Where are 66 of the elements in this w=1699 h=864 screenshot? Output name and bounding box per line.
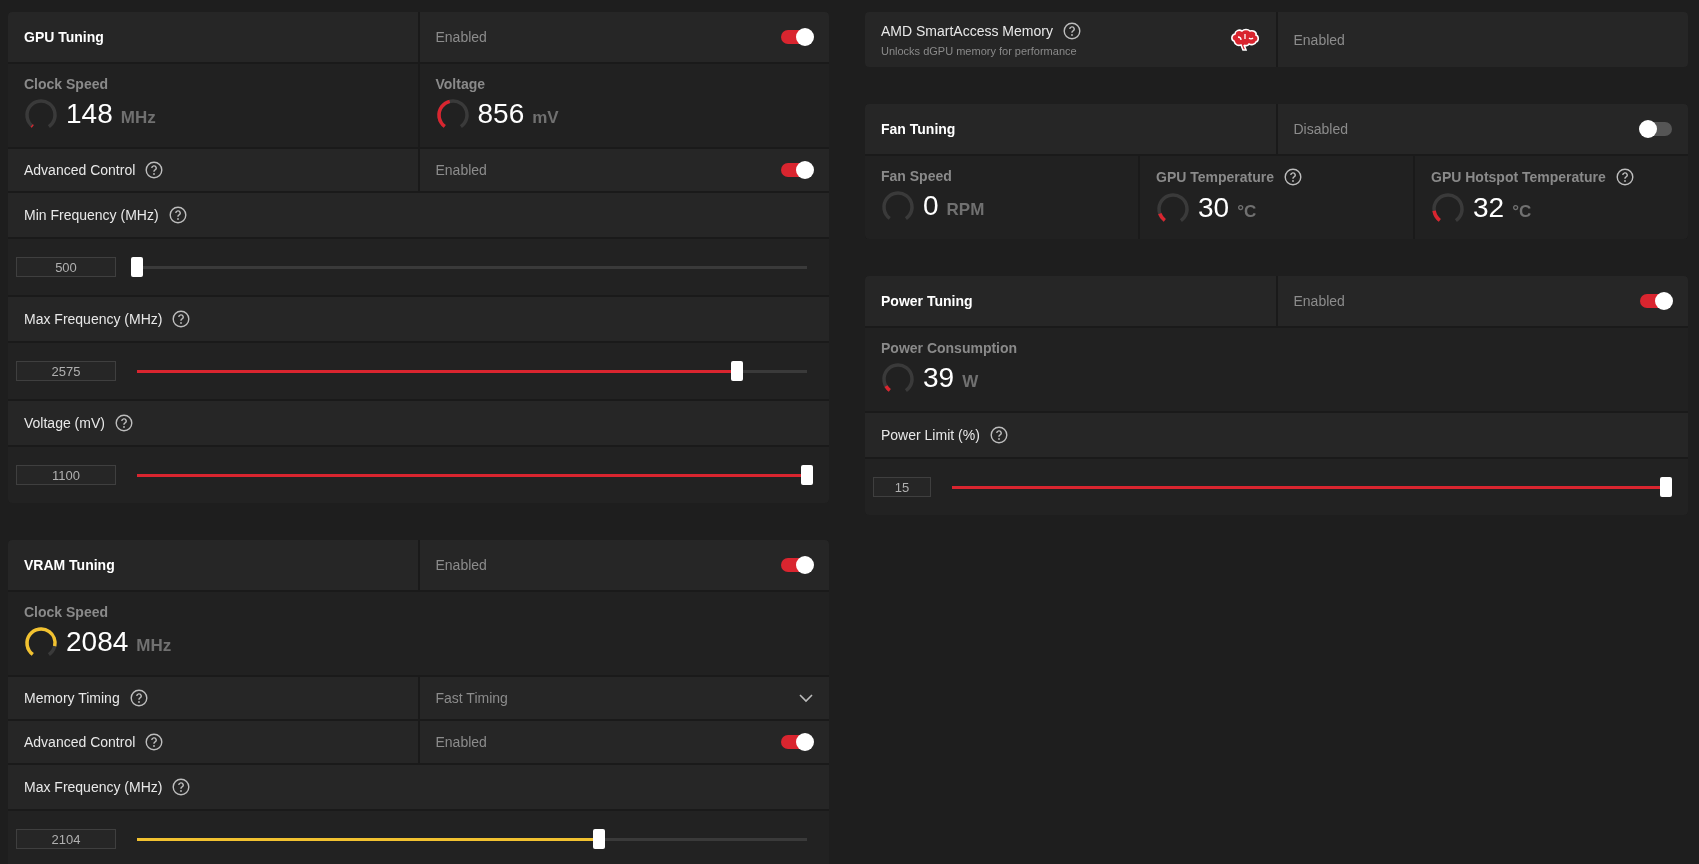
timing-dropdown[interactable]: Fast Timing bbox=[419, 677, 829, 719]
toggle-switch[interactable] bbox=[781, 163, 813, 177]
metric-value: 148 bbox=[66, 98, 113, 130]
help-icon[interactable] bbox=[1615, 168, 1634, 186]
chevron-down-icon bbox=[799, 693, 813, 703]
help-icon[interactable] bbox=[989, 426, 1008, 444]
metric-value: 30 bbox=[1198, 192, 1230, 224]
metric-label: Clock Speed bbox=[24, 76, 109, 92]
status-text: Enabled bbox=[1293, 293, 1345, 309]
help-icon[interactable] bbox=[172, 310, 191, 328]
help-icon[interactable] bbox=[1284, 168, 1302, 186]
value-field[interactable]: 500 bbox=[16, 257, 116, 277]
help-icon[interactable] bbox=[168, 206, 187, 224]
metric-label: Fan Speed bbox=[881, 168, 952, 184]
feature-description: Unlocks dGPU memory for performance bbox=[881, 45, 1078, 57]
status-text: Enabled bbox=[435, 162, 487, 178]
status-text: Enabled bbox=[435, 734, 487, 750]
help-icon[interactable] bbox=[114, 414, 133, 432]
toggle-switch[interactable] bbox=[781, 558, 813, 572]
status-text: Enabled bbox=[435, 557, 487, 573]
setting-label: Max Frequency (MHz) bbox=[24, 779, 163, 795]
metric-unit: RPM bbox=[946, 200, 985, 220]
section-title: GPU Tuning bbox=[24, 29, 104, 45]
help-icon[interactable] bbox=[1062, 22, 1081, 40]
toggle-switch[interactable] bbox=[781, 30, 813, 44]
setting-label: Advanced Control bbox=[24, 162, 136, 178]
setting-label: Memory Timing bbox=[24, 690, 120, 706]
metric-value: 39 bbox=[923, 362, 955, 394]
section-title: Power Tuning bbox=[881, 293, 973, 309]
help-icon[interactable] bbox=[145, 733, 164, 751]
help-icon[interactable] bbox=[129, 689, 148, 707]
metric-value: 856 bbox=[477, 98, 525, 130]
metric-unit: °C bbox=[1512, 202, 1532, 222]
value-field[interactable]: 1100 bbox=[16, 465, 116, 485]
metric-label: Voltage bbox=[435, 76, 486, 92]
setting-label: Voltage (mV) bbox=[24, 415, 105, 431]
metric-unit: MHz bbox=[136, 636, 172, 656]
help-icon[interactable] bbox=[145, 161, 164, 179]
toggle-switch[interactable] bbox=[1640, 294, 1672, 308]
metric-label: GPU Temperature bbox=[1156, 169, 1274, 185]
setting-label: Power Limit (%) bbox=[881, 427, 980, 443]
setting-label: Advanced Control bbox=[24, 734, 136, 750]
section-title: VRAM Tuning bbox=[24, 557, 115, 573]
metric-value: 2084 bbox=[66, 626, 129, 658]
value-field[interactable]: 2575 bbox=[16, 361, 116, 381]
metric-unit: °C bbox=[1237, 202, 1257, 222]
metric-value: 0 bbox=[923, 190, 939, 222]
feature-title: AMD SmartAccess Memory bbox=[881, 23, 1053, 39]
metric-label: GPU Hotspot Temperature bbox=[1431, 169, 1606, 185]
status-text: Enabled bbox=[1293, 31, 1345, 48]
status-text: Disabled bbox=[1293, 121, 1348, 137]
value-field[interactable]: 2104 bbox=[16, 829, 116, 849]
metric-value: 32 bbox=[1473, 192, 1505, 224]
metric-label: Power Consumption bbox=[881, 340, 1018, 356]
section-title: Fan Tuning bbox=[881, 121, 956, 137]
setting-label: Max Frequency (MHz) bbox=[24, 311, 163, 327]
value-field[interactable]: 15 bbox=[873, 477, 931, 497]
help-icon[interactable] bbox=[172, 778, 191, 796]
toggle-switch[interactable] bbox=[1640, 122, 1672, 136]
metric-unit: mV bbox=[532, 108, 559, 128]
metric-unit: MHz bbox=[120, 108, 156, 128]
metric-unit: W bbox=[962, 372, 979, 392]
status-text: Enabled bbox=[435, 29, 487, 45]
toggle-switch[interactable] bbox=[781, 735, 813, 749]
setting-label: Min Frequency (MHz) bbox=[24, 207, 159, 223]
metric-label: Clock Speed bbox=[24, 604, 109, 620]
